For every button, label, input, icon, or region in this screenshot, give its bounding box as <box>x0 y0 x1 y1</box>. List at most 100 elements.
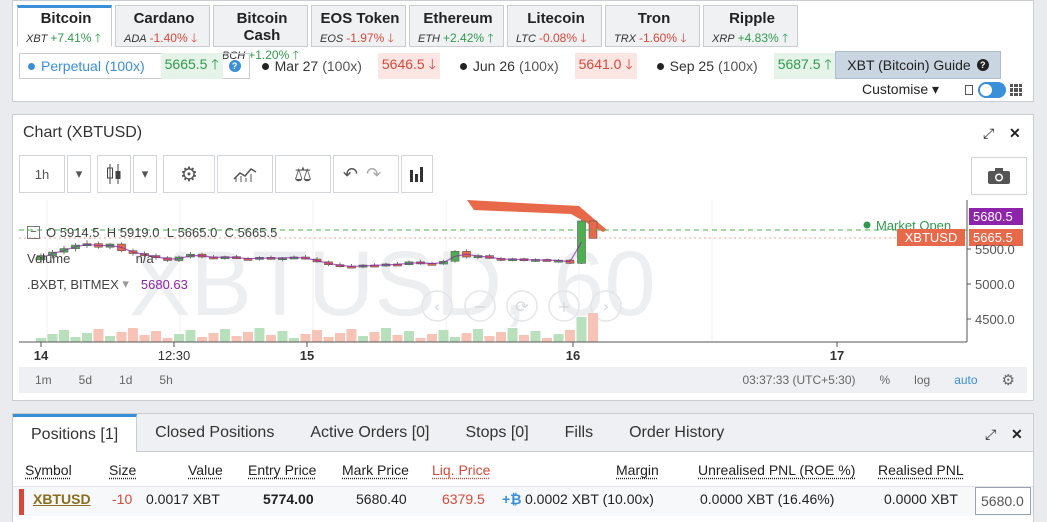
row-unrealised-pnl: 0.0000 XBT (16.46%) <box>700 491 835 507</box>
indicators-button[interactable] <box>217 155 273 193</box>
coin-change: -1.97% <box>346 31 385 45</box>
coin-tab-cardano[interactable]: Cardano ADA -1.40% 🡓 <box>115 5 210 47</box>
coin-name: Tron <box>637 10 671 27</box>
volume-bar <box>358 336 368 342</box>
volume-bar <box>300 334 311 342</box>
tab-closed-positions[interactable]: Closed Positions <box>137 414 292 452</box>
range-1d[interactable]: 1d <box>119 373 132 387</box>
volume-bar <box>335 333 345 342</box>
customise-dropdown[interactable]: Customise ▾ <box>862 81 939 98</box>
coin-name: Ripple <box>729 10 775 27</box>
tab-order-history[interactable]: Order History <box>611 414 742 452</box>
info-icon[interactable]: ? <box>228 60 241 72</box>
contract-name: Jun 26 <box>472 58 515 74</box>
coin-change: -1.40% <box>149 31 188 45</box>
layout-toggle[interactable] <box>978 82 1006 98</box>
chart-clock: 03:37:33 (UTC+5:30) <box>742 373 856 387</box>
volume-bar <box>70 337 81 342</box>
zoom-in-icon: + <box>557 297 570 316</box>
header-value[interactable]: Value <box>188 462 223 478</box>
tab-active-orders[interactable]: Active Orders [0] <box>292 414 447 452</box>
arrow-down-icon: 🡓 <box>677 31 687 45</box>
volume-bar <box>450 337 460 342</box>
volume-bar <box>415 338 426 342</box>
tab-fills[interactable]: Fills <box>547 414 611 452</box>
volume-bar <box>59 330 69 342</box>
y-tick-label: 5000.0 <box>975 277 1015 292</box>
close-price-input[interactable] <box>975 487 1031 515</box>
y-tick-label: 4500.0 <box>975 312 1015 327</box>
expand-icon[interactable]: ⤢ <box>985 426 996 443</box>
header-realised-pnl[interactable]: Realised PNL <box>878 462 964 478</box>
row-mark-price: 5680.40 <box>356 491 407 507</box>
coin-tab-ripple[interactable]: Ripple XRP +4.83% 🡑 <box>703 5 798 47</box>
contract-price: 5687.5 🡑 <box>773 53 836 79</box>
row-symbol[interactable]: XBTUSD <box>33 491 91 507</box>
redo-icon[interactable]: ↷ <box>366 164 389 185</box>
volume-bar <box>312 330 322 342</box>
close-icon[interactable]: ✕ <box>1011 426 1023 443</box>
range-5h[interactable]: 5h <box>159 373 172 387</box>
collapse-icon[interactable]: − <box>27 225 40 239</box>
coin-tab-tron[interactable]: Tron TRX -1.60% 🡓 <box>605 5 700 47</box>
interval-dropdown[interactable]: ▾ <box>67 155 91 193</box>
tab-positions[interactable]: Positions [1] <box>13 414 138 452</box>
coin-name: Litecoin <box>527 10 585 27</box>
customise-label: Customise <box>862 81 929 97</box>
contract-sep25[interactable]: Sep 25 (100x) 5687.5 🡑 <box>649 53 844 79</box>
log-scale-toggle[interactable]: log <box>914 373 930 387</box>
contract-jun26[interactable]: Jun 26 (100x) 5641.0 🡓 <box>452 53 645 79</box>
header-margin[interactable]: Margin <box>616 462 659 478</box>
candle-style-button[interactable] <box>97 155 131 193</box>
volume-bar <box>542 338 552 342</box>
volume-row: Volume n/a <box>27 245 277 271</box>
index-row: .BXBT, BITMEX ▾ 5680.63 <box>27 271 277 297</box>
coin-tab-eos[interactable]: EOS Token EOS -1.97% 🡓 <box>311 5 406 47</box>
contract-mar27[interactable]: Mar 27 (100x) 5646.5 🡓 <box>254 53 448 79</box>
ohlc-low: 5665.0 <box>177 224 218 240</box>
interval-button[interactable]: 1h <box>19 155 65 193</box>
coin-symbol: LTC <box>516 33 536 45</box>
volume-bar <box>231 336 242 342</box>
coin-tab-litecoin[interactable]: Litecoin LTC -0.08% 🡓 <box>507 5 602 47</box>
arrow-down-icon: 🡓 <box>577 31 587 45</box>
guide-button[interactable]: XBT (Bitcoin) Guide ? <box>835 51 1001 79</box>
caret-down-icon[interactable]: ▾ <box>119 276 129 292</box>
contract-perpetual[interactable]: Perpetual (100x) 5665.5 🡑 ? <box>19 53 250 79</box>
header-liq-price[interactable]: Liq. Price <box>432 462 490 478</box>
add-margin-button[interactable]: +₿ <box>502 491 522 507</box>
row-liq-price: 6379.5 <box>442 491 485 507</box>
percent-scale-toggle[interactable]: % <box>880 373 891 387</box>
ohlc-row: − O 5914.5 H 5919.0 L 5665.0 C 5665.5 <box>27 219 277 245</box>
header-unrealised-pnl[interactable]: Unrealised PNL (ROE %) <box>698 462 855 478</box>
undo-icon[interactable]: ↶ <box>343 164 366 185</box>
header-entry-price[interactable]: Entry Price <box>248 462 316 478</box>
close-icon[interactable]: ✕ <box>1009 125 1021 142</box>
expand-icon[interactable]: ⤢ <box>983 125 994 142</box>
header-symbol[interactable]: Symbol <box>25 462 72 478</box>
coin-tab-ethereum[interactable]: Ethereum ETH +2.42% 🡑 <box>409 5 504 47</box>
compare-button[interactable]: ⚖ <box>275 155 331 193</box>
volume-bar <box>461 333 472 342</box>
tab-stops[interactable]: Stops [0] <box>447 414 546 452</box>
table-row: XBTUSD -10 0.0017 XBT 5774.00 5680.40 63… <box>13 486 1033 516</box>
volume-bar <box>438 330 449 342</box>
coin-tab-bitcoin-cash[interactable]: Bitcoin Cash BCH +1.20% 🡑 <box>213 5 308 62</box>
gear-icon[interactable]: ⚙ <box>1002 371 1015 389</box>
auto-scale-toggle[interactable]: auto <box>954 373 977 387</box>
range-5d[interactable]: 5d <box>79 373 92 387</box>
price-tag-label: XBTUSD <box>905 230 958 245</box>
single-layout-icon[interactable] <box>965 85 973 95</box>
screenshot-button[interactable] <box>971 157 1027 195</box>
x-tick-label: 15 <box>300 348 314 363</box>
header-size[interactable]: Size <box>109 462 136 478</box>
settings-button[interactable]: ⚙ <box>163 155 215 193</box>
bars-button[interactable] <box>401 155 433 193</box>
range-1m[interactable]: 1m <box>35 373 52 387</box>
candlestick-icon <box>107 164 121 184</box>
coin-tab-bitcoin[interactable]: Bitcoin XBT +7.41% 🡑 <box>17 5 112 47</box>
chart-style-dropdown[interactable]: ▾ <box>133 155 157 193</box>
scale-icon: ⚖ <box>294 163 312 186</box>
grid-layout-icon[interactable] <box>1010 84 1022 96</box>
header-mark-price[interactable]: Mark Price <box>342 462 409 478</box>
